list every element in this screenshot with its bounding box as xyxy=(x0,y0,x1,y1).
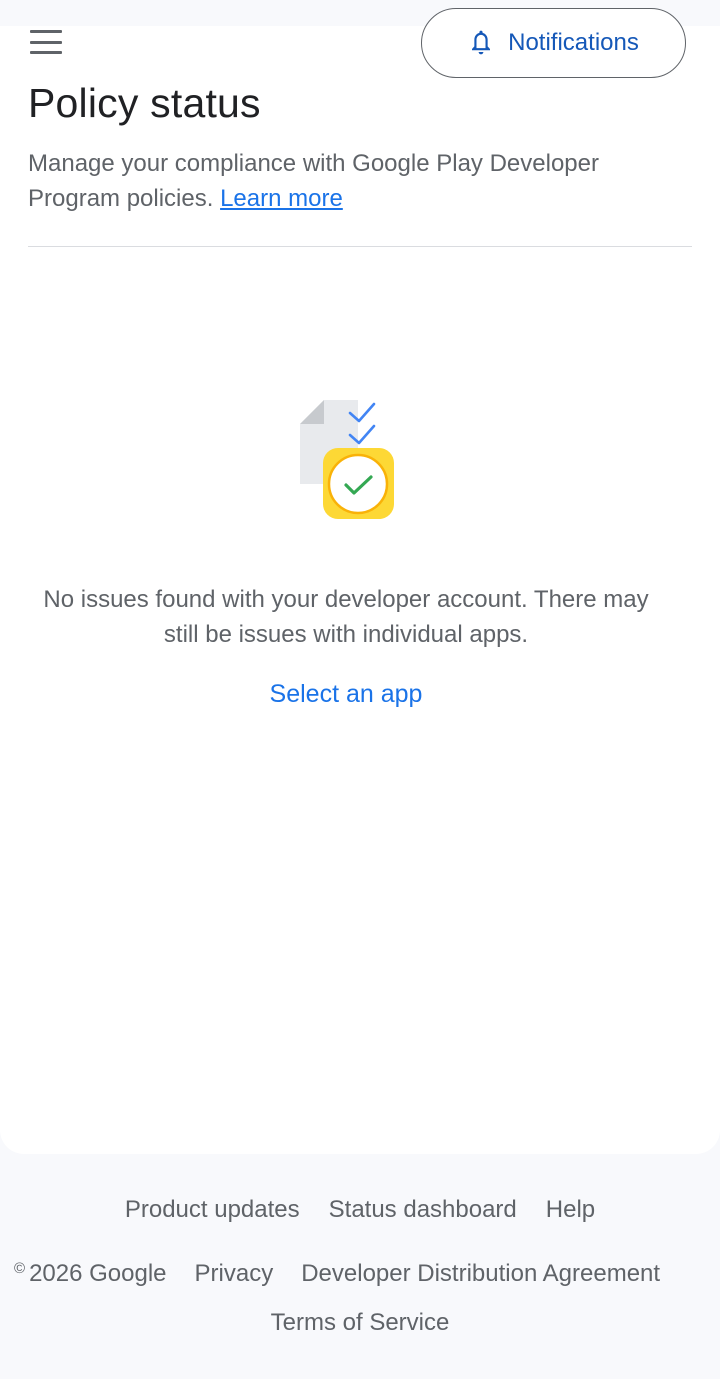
bell-icon xyxy=(472,30,491,55)
footer-link-product-updates[interactable]: Product updates xyxy=(125,1196,300,1224)
copyright: © 2026 Google xyxy=(14,1260,167,1288)
document-checklist-shield-icon xyxy=(300,400,394,519)
hamburger-menu-icon[interactable] xyxy=(30,28,68,56)
footer-legal-row: © 2026 Google Privacy Developer Distribut… xyxy=(14,1260,714,1288)
footer-link-terms-of-service[interactable]: Terms of Service xyxy=(271,1309,450,1336)
notifications-button[interactable]: Notifications xyxy=(421,8,686,78)
footer-link-developer-distribution-agreement[interactable]: Developer Distribution Agreement xyxy=(301,1260,660,1288)
footer-link-status-dashboard[interactable]: Status dashboard xyxy=(329,1196,517,1224)
learn-more-link[interactable]: Learn more xyxy=(220,185,343,212)
copyright-symbol: © xyxy=(14,1260,26,1277)
footer-link-privacy[interactable]: Privacy xyxy=(195,1260,274,1288)
footer-links-row: Product updates Status dashboard Help xyxy=(0,1196,720,1224)
copyright-text: 2026 Google xyxy=(29,1260,167,1287)
empty-state-message: No issues found with your developer acco… xyxy=(43,586,649,648)
footer-link-help[interactable]: Help xyxy=(546,1196,595,1224)
notifications-label: Notifications xyxy=(508,29,639,56)
select-app-link[interactable]: Select an app xyxy=(246,680,446,709)
page-description: Manage your compliance with Google Play … xyxy=(28,146,678,216)
page-title: Policy status xyxy=(28,80,261,126)
footer-terms-row: Terms of Service xyxy=(0,1309,720,1337)
divider xyxy=(28,246,692,247)
